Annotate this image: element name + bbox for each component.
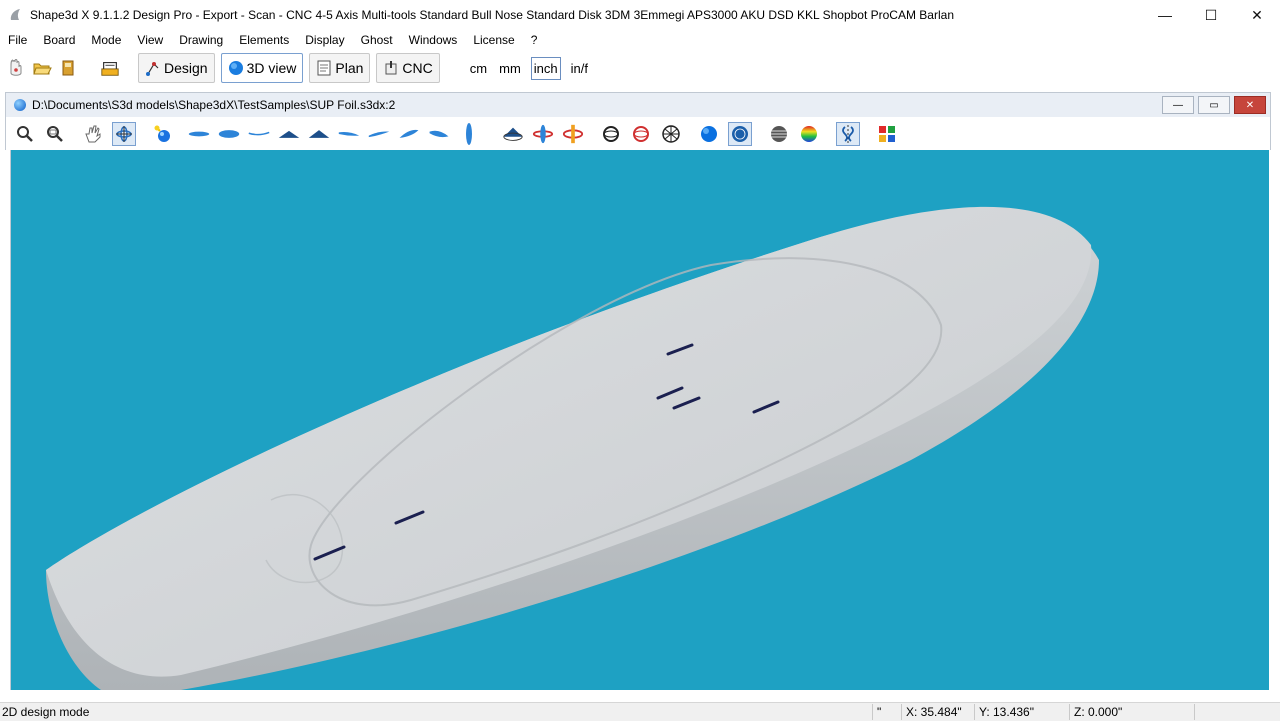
zoom-icon[interactable] (14, 123, 36, 145)
menu-ghost[interactable]: Ghost (353, 33, 401, 47)
design-icon (146, 62, 159, 76)
main-toolbar: Design 3D view Plan CNC cm mm inch in/f (0, 51, 1280, 85)
fin-icon[interactable] (398, 123, 420, 145)
menu-windows[interactable]: Windows (401, 33, 466, 47)
outline-icon[interactable] (428, 123, 450, 145)
document-minimize-button[interactable]: — (1162, 96, 1194, 114)
rotate-x-icon[interactable] (502, 123, 524, 145)
status-z-coordinate: Z: 0.000" (1069, 704, 1194, 720)
side-right-icon[interactable] (368, 123, 390, 145)
app-logo-icon (10, 9, 20, 20)
cnc-mode-label: CNC (402, 60, 433, 76)
rotate-y-icon[interactable] (532, 123, 554, 145)
mesh-sphere-icon[interactable] (660, 123, 682, 145)
menu-board[interactable]: Board (35, 33, 83, 47)
document-close-button[interactable]: ✕ (1234, 96, 1266, 114)
design-mode-label: Design (164, 60, 208, 76)
cnc-mode-button[interactable]: CNC (376, 53, 440, 83)
window-maximize-button[interactable]: ☐ (1188, 0, 1234, 30)
3d-view-mode-label: 3D view (246, 60, 297, 76)
document-title-bar: D:\Documents\S3d models\Shape3dX\TestSam… (5, 92, 1271, 118)
unit-inf-button[interactable]: in/f (569, 58, 590, 79)
menu-view[interactable]: View (129, 33, 171, 47)
document-globe-icon (14, 99, 26, 111)
pointer-icon[interactable] (6, 58, 26, 78)
rotate-view-icon[interactable] (112, 121, 136, 146)
board-3d-render (46, 206, 1099, 690)
deck-icon[interactable] (308, 123, 330, 145)
plan-mode-button[interactable]: Plan (309, 53, 371, 83)
board-top-icon[interactable] (188, 123, 210, 145)
menu-mode[interactable]: Mode (83, 33, 129, 47)
color-grid-icon[interactable] (876, 123, 898, 145)
menu-file[interactable]: File (0, 33, 35, 47)
unit-mm-button[interactable]: mm (497, 58, 523, 79)
plan-mode-label: Plan (335, 60, 364, 76)
board-bottom-icon[interactable] (218, 123, 240, 145)
menu-license[interactable]: License (465, 33, 522, 47)
blue-sphere-icon[interactable] (698, 123, 720, 145)
save-icon[interactable] (58, 58, 78, 78)
status-unit-mark: " (872, 704, 901, 720)
vertical-icon[interactable] (458, 122, 480, 145)
status-bar: 2D design mode " X: 35.484" Y: 13.436" Z… (0, 702, 1280, 721)
window-close-button[interactable]: ✕ (1234, 0, 1280, 30)
shaded-sphere-icon[interactable] (728, 121, 752, 146)
globe-icon (228, 61, 243, 75)
status-mode-text: 2D design mode (2, 705, 90, 719)
unit-inch-button[interactable]: inch (530, 56, 561, 80)
light-icon[interactable] (152, 123, 174, 145)
cnc-icon (385, 61, 397, 75)
menu-drawing[interactable]: Drawing (171, 33, 231, 47)
menu-elements[interactable]: Elements (231, 33, 297, 47)
status-y-coordinate: Y: 13.436" (974, 704, 1069, 720)
open-folder-icon[interactable] (32, 58, 52, 78)
striped-sphere-icon[interactable] (768, 123, 790, 145)
status-empty-cell (1194, 704, 1243, 720)
wire-ring-icon[interactable] (600, 123, 622, 145)
document-restore-button[interactable]: ▭ (1198, 96, 1230, 114)
side-left-icon[interactable] (338, 123, 360, 145)
design-mode-button[interactable]: Design (138, 53, 215, 83)
window-minimize-button[interactable]: — (1142, 0, 1188, 30)
title-bar: Shape3d X 9.1.1.2 Design Pro - Export - … (0, 0, 1280, 30)
rainbow-sphere-icon[interactable] (798, 123, 820, 145)
zoom-window-icon[interactable] (44, 123, 66, 145)
menu-bar: File Board Mode View Drawing Elements Di… (0, 30, 1280, 50)
red-ring-icon[interactable] (630, 123, 652, 145)
status-x-coordinate: X: 35.484" (901, 704, 974, 720)
unit-cm-button[interactable]: cm (468, 58, 489, 79)
rocker-icon[interactable] (248, 123, 270, 145)
menu-display[interactable]: Display (297, 33, 352, 47)
symmetry-icon[interactable] (836, 121, 860, 146)
pan-hand-icon[interactable] (82, 123, 104, 145)
window-title: Shape3d X 9.1.1.2 Design Pro - Export - … (30, 8, 954, 22)
view-toolbar (5, 117, 1271, 150)
document-path: D:\Documents\S3d models\Shape3dX\TestSam… (32, 98, 396, 112)
scan-icon[interactable] (100, 58, 120, 78)
3d-viewport[interactable] (10, 150, 1269, 690)
profile-icon[interactable] (278, 123, 300, 145)
plan-icon (317, 60, 331, 76)
rotate-z-icon[interactable] (562, 123, 584, 145)
menu-help[interactable]: ? (523, 33, 546, 47)
3d-view-mode-button[interactable]: 3D view (220, 53, 304, 83)
